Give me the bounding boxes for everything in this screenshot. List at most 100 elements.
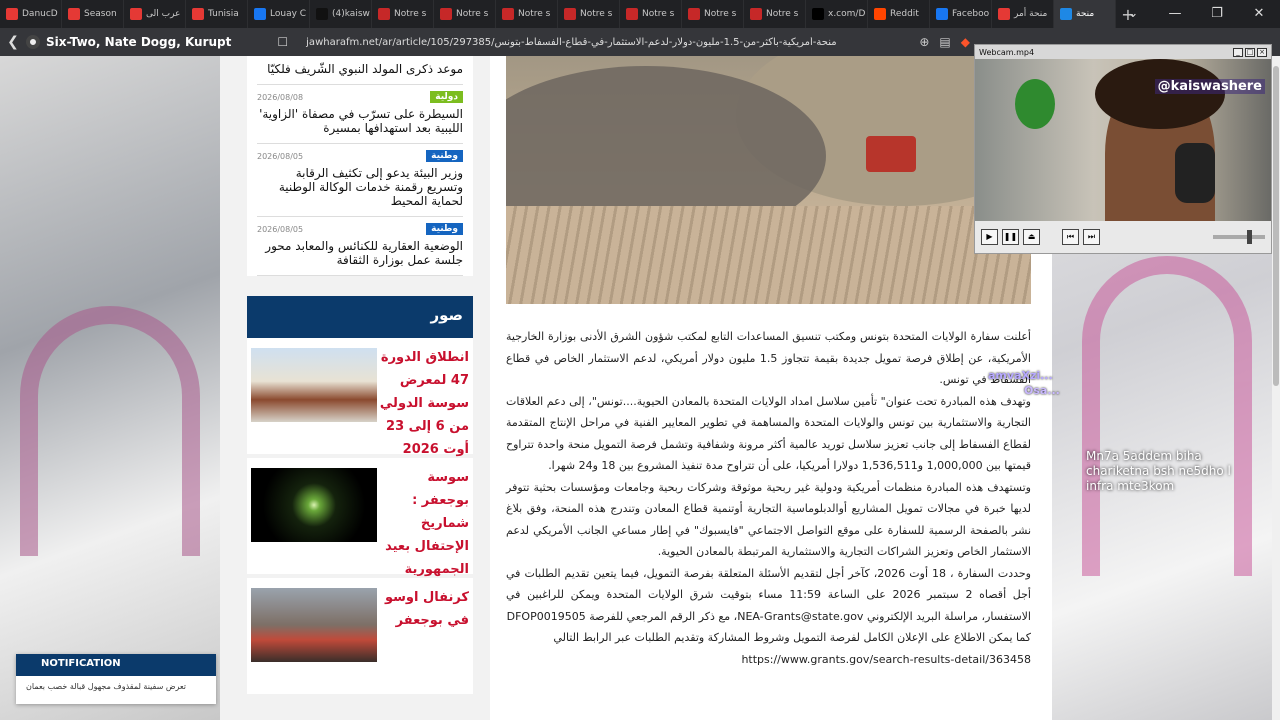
news-title[interactable]: الوضعية العقارية للكنائس والمعابد محور ج…: [257, 239, 463, 267]
notification-toast[interactable]: NOTIFICATION تعرض سفينة لمقذوف مجهول قبا…: [16, 654, 216, 704]
back-arrow-icon[interactable]: ❮: [0, 34, 26, 50]
tab-favicon-icon: [68, 8, 80, 20]
pause-icon[interactable]: ❚❚: [1002, 229, 1019, 245]
browser-tab[interactable]: (4)kaisw: [310, 0, 372, 28]
photo-caption[interactable]: كرنفال اوسو في بوجعفر: [377, 586, 473, 686]
tab-favicon-icon: [378, 8, 390, 20]
webcam-titlebar[interactable]: Webcam.mp4 _ □ ×: [975, 45, 1271, 59]
tab-label: (4)kaisw: [332, 9, 370, 19]
browser-tab[interactable]: منحة أمر: [992, 0, 1054, 28]
tab-label: منحة: [1076, 9, 1095, 19]
brave-shield-icon[interactable]: ◆: [961, 35, 970, 49]
tab-favicon-icon: [316, 8, 328, 20]
browser-tab[interactable]: Louay C: [248, 0, 310, 28]
photo-item[interactable]: انطلاق الدورة 47 لمعرض سوسة الدولي من 6 …: [247, 338, 473, 457]
browser-tab[interactable]: Notre s: [434, 0, 496, 28]
media-controls[interactable]: Six-Two, Nate Dogg, Kurupt: [26, 35, 271, 49]
tab-favicon-icon: [812, 8, 824, 20]
next-icon[interactable]: ⏭: [1083, 229, 1100, 245]
maximize-button[interactable]: ❐: [1196, 0, 1238, 28]
photo-caption[interactable]: سوسة بوجعفر : شماريخ الإحتفال بعيد الجمه…: [377, 466, 473, 577]
browser-tab[interactable]: Faceboo: [930, 0, 992, 28]
news-item[interactable]: موعد ذكرى المولد النبوي الشّريف فلكيّا: [257, 56, 463, 85]
category-badge[interactable]: وطنية: [426, 150, 463, 162]
grants-link[interactable]: https://www.grants.gov/search-results-de…: [506, 649, 1031, 671]
tire-tracks: [506, 206, 1031, 304]
browser-tab[interactable]: Notre s: [620, 0, 682, 28]
browser-tab[interactable]: Notre s: [558, 0, 620, 28]
page-scrollbar[interactable]: [1272, 56, 1280, 720]
photo-caption[interactable]: انطلاق الدورة 47 لمعرض سوسة الدولي من 6 …: [377, 346, 473, 457]
tab-label: Faceboo: [952, 9, 990, 19]
zoom-icon[interactable]: ⊕: [919, 35, 929, 49]
chat-username: Osa...: [1024, 384, 1060, 397]
webcam-maximize-button[interactable]: □: [1245, 47, 1255, 57]
news-title[interactable]: موعد ذكرى المولد النبوي الشّريف فلكيّا: [257, 62, 463, 76]
tab-favicon-icon: [440, 8, 452, 20]
scrollbar-thumb[interactable]: [1273, 66, 1279, 386]
chat-overlay: amvaXzi... Osa... Mn7a 5addem biha chari…: [984, 369, 1254, 493]
news-date: 2026/08/05: [257, 224, 304, 234]
close-button[interactable]: ✕: [1238, 0, 1280, 28]
browser-tab[interactable]: x.com/D: [806, 0, 868, 28]
browser-tab[interactable]: Notre s: [682, 0, 744, 28]
browser-tab[interactable]: Season: [62, 0, 124, 28]
tab-label: Notre s: [518, 9, 551, 19]
tab-label: Notre s: [704, 9, 737, 19]
microphone: [1175, 143, 1215, 203]
tab-label: x.com/D: [828, 9, 866, 19]
browser-tab[interactable]: منحة: [1054, 0, 1116, 28]
news-meta: 2026/08/05 وطنية: [257, 150, 463, 162]
article-paragraph: كما يمكن الاطلاع على الإعلان الكامل لفرص…: [553, 631, 1031, 644]
tab-label: Louay C: [270, 9, 307, 19]
webcam-minimize-button[interactable]: _: [1233, 47, 1243, 57]
player-controls: ▶ ❚❚ ⏏ ⏮ ⏭: [975, 221, 1271, 253]
volume-knob[interactable]: [1247, 230, 1252, 244]
webcam-close-button[interactable]: ×: [1257, 47, 1267, 57]
photo-thumbnail[interactable]: [251, 348, 377, 422]
news-item[interactable]: 2026/08/08 دولية السيطرة على تسرّب في مصفا…: [257, 85, 463, 144]
browser-tab[interactable]: Notre s: [496, 0, 558, 28]
previous-icon[interactable]: ⏮: [1062, 229, 1079, 245]
minimize-button[interactable]: —: [1154, 0, 1196, 28]
tab-favicon-icon: [936, 8, 948, 20]
bookmark-icon[interactable]: ☐: [271, 35, 288, 49]
browser-tab[interactable]: Tunisia: [186, 0, 248, 28]
browser-tab[interactable]: Notre s: [744, 0, 806, 28]
photo-item[interactable]: كرنفال اوسو في بوجعفر: [247, 578, 473, 694]
news-item[interactable]: 2026/08/05 وطنية وزير البيئة يدعو إلى تكثي…: [257, 144, 463, 217]
reader-icon[interactable]: ▤: [939, 35, 950, 49]
photo-thumbnail[interactable]: [251, 588, 377, 662]
eject-icon[interactable]: ⏏: [1023, 229, 1040, 245]
streamer-handle: @kaiswashere: [1154, 79, 1265, 94]
tab-search-icon[interactable]: ⌄: [1112, 0, 1154, 28]
browser-tab[interactable]: DanucD: [0, 0, 62, 28]
browser-tab[interactable]: عرب الى: [124, 0, 186, 28]
category-badge[interactable]: دولية: [430, 91, 463, 103]
tab-strip: DanucD Season عرب الى Tunisia Louay C (4)kais…: [0, 0, 1280, 28]
headphones-graphic: [1082, 256, 1252, 576]
play-icon[interactable]: ▶: [981, 229, 998, 245]
news-date: 2026/08/05: [257, 151, 304, 161]
article-paragraph: أعلنت سفارة الولايات المتحدة بتونس ومكتب…: [506, 330, 1031, 386]
article-paragraph: وتستهدف هذه المبادرة منظمات أمريكية ودول…: [506, 480, 1031, 559]
article-image: [506, 56, 1031, 304]
news-title[interactable]: وزير البيئة يدعو إلى تكثيف الرقابة وتسري…: [257, 166, 463, 208]
browser-tab[interactable]: Reddit: [868, 0, 930, 28]
url-field[interactable]: jawharafm.net/ar/article/105/297385/منحة…: [288, 37, 919, 48]
article-paragraph: وحددت السفارة ، 18 أوت 2026، كآخر أجل لت…: [506, 566, 1031, 623]
news-title[interactable]: السيطرة على تسرّب في مصفاة 'الزاوية' الل…: [257, 107, 463, 135]
volume-slider[interactable]: [1213, 230, 1265, 244]
photo-thumbnail[interactable]: [251, 468, 377, 542]
background-left: [0, 56, 220, 720]
browser-tab[interactable]: Notre s: [372, 0, 434, 28]
webcam-window[interactable]: Webcam.mp4 _ □ × @kaiswashere ▶ ❚❚ ⏏ ⏮ ⏭: [974, 44, 1272, 254]
notification-heading: NOTIFICATION: [16, 654, 216, 676]
news-meta: 2026/08/05 وطنية: [257, 223, 463, 235]
tab-label: Season: [84, 9, 117, 19]
news-item[interactable]: 2026/08/05 وطنية الوضعية العقارية للكنائس …: [257, 217, 463, 276]
tab-favicon-icon: [688, 8, 700, 20]
photo-item[interactable]: سوسة بوجعفر : شماريخ الإحتفال بعيد الجمه…: [247, 458, 473, 577]
tab-favicon-icon: [998, 8, 1010, 20]
category-badge[interactable]: وطنية: [426, 223, 463, 235]
